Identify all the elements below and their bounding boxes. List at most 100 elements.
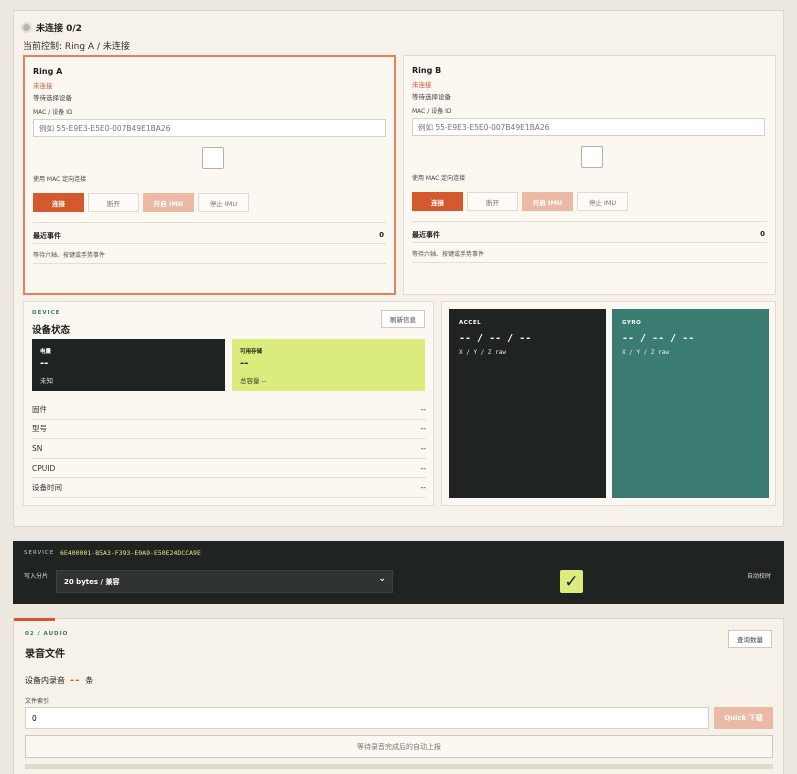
battery-value: --	[40, 358, 49, 369]
connect-button[interactable]: 连接	[33, 193, 84, 212]
divider	[33, 263, 386, 264]
info-value: --	[420, 483, 426, 493]
disconnect-button[interactable]: 断开	[88, 193, 139, 212]
mac-connect-checkbox[interactable]	[581, 146, 603, 168]
imu-stop-button[interactable]: 停止 IMU	[577, 192, 628, 211]
audio-eyebrow: 02 / AUDIO	[25, 631, 69, 637]
audio-section: 02 / AUDIO 录音文件 查询数量 设备内录音 -- 条 文件索引 Qui…	[13, 618, 784, 774]
info-label: 设备时间	[32, 483, 62, 493]
chevron-down-icon: ⌄	[378, 574, 386, 584]
events-count: 0	[760, 230, 765, 238]
accel-sub: X / Y / Z raw	[459, 349, 506, 356]
imu-start-button[interactable]: 开启 IMU	[143, 193, 194, 212]
device-heading: 设备状态	[32, 325, 71, 336]
divider	[412, 242, 767, 243]
ring-a-card[interactable]: Ring A 未连接 等待选择设备 MAC / 设备 ID 使用 MAC 定向连…	[23, 55, 396, 295]
storage-value: --	[240, 358, 249, 369]
ring-conn-status: 未连接	[33, 82, 53, 90]
info-row-cpuid: CPUID --	[32, 459, 426, 479]
ring-title: Ring A	[33, 67, 63, 76]
ring-b-card[interactable]: Ring B 未连接 等待选择设备 MAC / 设备 ID 使用 MAC 定向连…	[403, 55, 776, 295]
device-info-list: 固件 -- 型号 -- SN -- CPUID -- 设备时间 --	[32, 400, 426, 498]
count-label: 设备内录音	[25, 676, 65, 685]
info-value: --	[420, 443, 426, 453]
ring-wait-text: 等待选择设备	[412, 93, 451, 101]
status-text: 未连接 0/2	[36, 24, 82, 34]
accel-value: -- / -- / --	[459, 333, 532, 344]
write-chunk-label: 写入分片	[24, 573, 49, 580]
events-label: 最近事件	[33, 232, 61, 240]
ring-conn-status: 未连接	[412, 81, 432, 89]
device-status-card: DEVICE 设备状态 刷新信息 电量 -- 未知 可用存储 -- 总容量 --…	[23, 301, 434, 506]
gyro-sub: X / Y / Z raw	[622, 349, 669, 356]
count-value: --	[70, 675, 81, 686]
info-label: 型号	[32, 424, 47, 434]
write-chunk-select[interactable]: 20 bytes / 兼容 ⌄	[56, 570, 393, 593]
events-count: 0	[379, 231, 384, 239]
audio-heading: 录音文件	[25, 649, 65, 660]
storage-tile: 可用存储 -- 总容量 --	[232, 339, 425, 391]
mac-label: MAC / 设备 ID	[33, 109, 73, 116]
gyro-label: GYRO	[622, 320, 642, 326]
connect-button[interactable]: 连接	[412, 192, 463, 211]
gyro-panel: GYRO -- / -- / -- X / Y / Z raw	[612, 309, 769, 498]
quick-download-button[interactable]: Quick 下载	[714, 707, 773, 729]
mac-label: MAC / 设备 ID	[412, 108, 452, 115]
info-row-device-time: 设备时间 --	[32, 478, 426, 498]
battery-tile: 电量 -- 未知	[32, 339, 225, 391]
events-label: 最近事件	[412, 231, 440, 239]
imu-stop-button[interactable]: 停止 IMU	[198, 193, 249, 212]
status-dot-icon	[23, 24, 30, 31]
info-label: CPUID	[32, 463, 56, 473]
check-icon: ✓	[564, 571, 579, 592]
info-label: 固件	[32, 404, 47, 414]
accel-panel: ACCEL -- / -- / -- X / Y / Z raw	[449, 309, 606, 498]
connection-panel: 未连接 0/2 当前控制: Ring A / 未连接 Ring A 未连接 等待…	[13, 10, 784, 527]
file-index-label: 文件索引	[25, 698, 50, 705]
write-chunk-value: 20 bytes / 兼容	[64, 578, 120, 586]
accel-label: ACCEL	[459, 320, 482, 326]
storage-sub: 总容量 --	[240, 377, 267, 385]
storage-label: 可用存储	[240, 349, 263, 355]
service-uuid: 6E400001-B5A3-F393-E0A9-E50E24DCCA9E	[60, 549, 201, 557]
battery-sub: 未知	[40, 377, 53, 385]
imu-card: ACCEL -- / -- / -- X / Y / Z raw GYRO --…	[441, 301, 776, 506]
service-bar: SERVICE 6E400001-B5A3-F393-E0A9-E50E24DC…	[13, 541, 784, 604]
info-value: --	[420, 424, 426, 434]
query-count-button[interactable]: 查询数量	[728, 630, 772, 648]
info-value: --	[420, 463, 426, 473]
refresh-info-button[interactable]: 刷新信息	[381, 310, 425, 328]
info-row-model: 型号 --	[32, 420, 426, 440]
progress-bar	[25, 764, 773, 769]
current-control: 当前控制: Ring A / 未连接	[23, 42, 130, 52]
mac-input[interactable]	[33, 119, 386, 137]
auto-time-checkbox[interactable]: ✓	[560, 570, 583, 593]
events-text: 等待六轴、按键或手势事件	[412, 251, 485, 258]
gyro-value: -- / -- / --	[622, 333, 695, 344]
imu-start-button[interactable]: 开启 IMU	[522, 192, 573, 211]
count-unit: 条	[85, 676, 94, 685]
disconnect-button[interactable]: 断开	[467, 192, 518, 211]
recording-count: 设备内录音 -- 条	[25, 675, 93, 686]
divider	[33, 222, 386, 223]
divider	[33, 243, 386, 244]
auto-report-status: 等待录音完成后的自动上报	[25, 735, 773, 758]
file-index-input[interactable]	[25, 707, 709, 729]
mac-connect-label: 使用 MAC 定向连接	[412, 175, 466, 182]
divider	[412, 221, 767, 222]
battery-label: 电量	[40, 349, 52, 355]
info-row-sn: SN --	[32, 439, 426, 459]
info-row-firmware: 固件 --	[32, 400, 426, 420]
events-text: 等待六轴、按键或手势事件	[33, 252, 106, 259]
mac-input[interactable]	[412, 118, 765, 136]
device-eyebrow: DEVICE	[32, 310, 61, 316]
ring-title: Ring B	[412, 66, 442, 75]
mac-connect-checkbox[interactable]	[202, 147, 224, 169]
service-label: SERVICE	[24, 550, 55, 556]
connection-status: 未连接 0/2	[23, 21, 82, 34]
auto-time-label: 自动校时	[747, 573, 772, 580]
section-accent-bar	[14, 618, 55, 621]
ring-wait-text: 等待选择设备	[33, 94, 72, 102]
info-label: SN	[32, 443, 43, 453]
info-value: --	[420, 404, 426, 414]
